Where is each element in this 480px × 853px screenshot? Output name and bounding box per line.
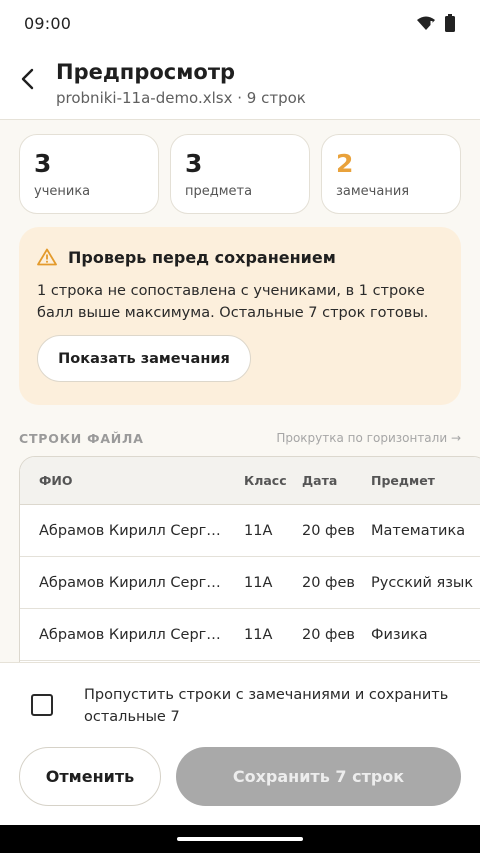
table-row[interactable]: Абрамов Кирилл Серг… 11А 20 фев Математи… xyxy=(20,505,480,557)
cell-class: 11А xyxy=(244,574,273,591)
stat-label: замечания xyxy=(336,184,410,199)
table-row[interactable]: Абрамов Кирилл Серг… 11А 20 фев Русский … xyxy=(20,557,480,609)
column-header-fio: ФИО xyxy=(39,473,73,488)
column-header-subject: Предмет xyxy=(371,473,435,488)
skip-issues-label[interactable]: Пропустить строки с замечаниями и сохран… xyxy=(84,684,454,728)
back-button[interactable] xyxy=(10,63,46,99)
header: Предпросмотр probniki-11a-demo.xlsx · 9 … xyxy=(0,46,480,120)
wifi-alert-icon xyxy=(416,15,436,31)
page-title: Предпросмотр xyxy=(56,60,236,84)
status-icons xyxy=(416,14,456,32)
table-scroll-area[interactable]: ФИО Класс Дата Предмет Абрамов Кирилл Се… xyxy=(19,456,480,662)
bottom-panel: Пропустить строки с замечаниями и сохран… xyxy=(0,662,480,825)
warning-triangle-icon xyxy=(37,248,57,270)
status-bar: 09:00 xyxy=(0,0,480,46)
cell-class: 11А xyxy=(244,522,273,539)
section-title: СТРОКИ ФАЙЛА xyxy=(19,431,144,446)
stat-card-subjects: 3 предмета xyxy=(170,134,310,214)
stat-value: 2 xyxy=(336,149,354,178)
page-subtitle: probniki-11a-demo.xlsx · 9 строк xyxy=(56,89,306,107)
battery-icon xyxy=(444,14,456,32)
table-row[interactable]: Абрамов Кирилл Серг… 11А 20 фев Физика xyxy=(20,609,480,661)
cell-date: 20 фев xyxy=(302,626,355,643)
scroll-hint: Прокрутка по горизонтали → xyxy=(276,431,461,445)
cell-fio: Абрамов Кирилл Серг… xyxy=(39,626,221,643)
cell-subject: Физика xyxy=(371,626,428,643)
system-nav-bar xyxy=(0,825,480,853)
home-gesture-handle[interactable] xyxy=(177,837,303,841)
cell-date: 20 фев xyxy=(302,522,355,539)
stats-row: 3 ученика 3 предмета 2 замечания xyxy=(19,134,461,214)
cancel-button[interactable]: Отменить xyxy=(19,747,161,806)
stat-value: 3 xyxy=(34,149,52,178)
back-arrow-icon xyxy=(20,68,36,94)
table-header: ФИО Класс Дата Предмет xyxy=(20,457,480,505)
file-rows-table: ФИО Класс Дата Предмет Абрамов Кирилл Се… xyxy=(19,456,480,662)
cell-fio: Абрамов Кирилл Серг… xyxy=(39,522,221,539)
stat-card-students: 3 ученика xyxy=(19,134,159,214)
cell-subject: Русский язык xyxy=(371,574,474,591)
warning-card: Проверь перед сохранением 1 строка не со… xyxy=(19,227,461,405)
stat-value: 3 xyxy=(185,149,203,178)
cell-fio: Абрамов Кирилл Серг… xyxy=(39,574,221,591)
column-header-date: Дата xyxy=(302,473,338,488)
cell-date: 20 фев xyxy=(302,574,355,591)
status-time: 09:00 xyxy=(24,13,72,33)
stat-label: ученика xyxy=(34,184,91,199)
show-issues-button[interactable]: Показать замечания xyxy=(37,335,251,382)
stat-card-issues: 2 замечания xyxy=(321,134,461,214)
save-button[interactable]: Сохранить 7 строк xyxy=(176,747,461,806)
cell-subject: Математика xyxy=(371,522,466,539)
skip-issues-checkbox[interactable] xyxy=(31,694,53,716)
warning-title: Проверь перед сохранением xyxy=(68,248,336,267)
column-header-class: Класс xyxy=(244,473,287,488)
warning-text: 1 строка не сопоставлена с учениками, в … xyxy=(37,283,429,321)
cell-class: 11А xyxy=(244,626,273,643)
stat-label: предмета xyxy=(185,184,253,199)
